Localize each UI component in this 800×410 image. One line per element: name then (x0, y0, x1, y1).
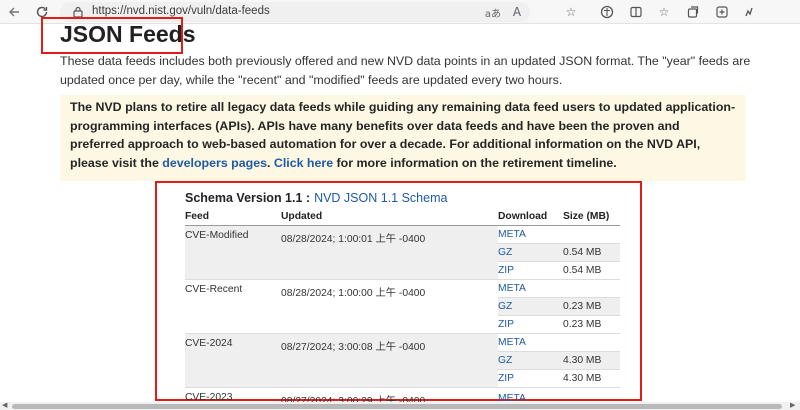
read-aloud-icon[interactable]: aあ (484, 3, 502, 21)
scroll-left-icon[interactable]: ◀ (2, 402, 7, 410)
feed-name: CVE-2024 (185, 333, 281, 388)
text-size-icon[interactable]: A (508, 3, 526, 21)
header-download: Download (498, 208, 563, 226)
table-header-row: Feed Updated Download Size (MB) (185, 208, 620, 226)
download-link[interactable]: ZIP (498, 319, 514, 330)
header-updated: Updated (281, 208, 498, 226)
file-size: 0.23 MB (563, 297, 620, 316)
file-size: 4.30 MB (563, 351, 620, 370)
download-link[interactable]: ZIP (498, 265, 514, 276)
file-size (563, 333, 620, 352)
split-screen-icon[interactable] (627, 3, 645, 21)
schema-link[interactable]: NVD JSON 1.1 Schema (314, 191, 447, 205)
download-link[interactable]: META (498, 283, 526, 294)
table-row: CVE-Modified 08/28/2024; 1:00:01 上午 -040… (185, 225, 620, 280)
file-size: 0.54 MB (563, 243, 620, 262)
file-size: 0.54 MB (563, 261, 620, 280)
scroll-right-icon[interactable]: ▶ (790, 402, 795, 410)
feed-name: CVE-Recent (185, 279, 281, 334)
file-size: 4.30 MB (563, 369, 620, 388)
title-highlight-box (41, 17, 183, 54)
alert-text-middle: . (266, 155, 274, 170)
header-feed: Feed (185, 208, 281, 226)
scrollbar-thumb[interactable] (12, 404, 782, 409)
favorites-icon[interactable]: ☆ (655, 3, 673, 21)
click-here-link[interactable]: Click here (274, 156, 333, 170)
more-icon[interactable] (740, 3, 758, 21)
extensions-icon[interactable] (598, 3, 616, 21)
feed-updated: 08/28/2024; 1:00:00 上午 -0400 (281, 279, 498, 334)
feed-name: CVE-Modified (185, 225, 281, 280)
download-link[interactable]: GZ (498, 247, 512, 258)
retirement-alert: The NVD plans to retire all legacy data … (60, 95, 746, 181)
intro-paragraph: These data feeds includes both previousl… (60, 54, 751, 87)
schema-version: Schema Version 1.1 : NVD JSON 1.1 Schema (185, 191, 447, 205)
download-link[interactable]: META (498, 229, 526, 240)
download-link[interactable]: GZ (498, 301, 512, 312)
download-link[interactable]: ZIP (498, 373, 514, 384)
url-text[interactable]: https://nvd.nist.gov/vuln/data-feeds (92, 5, 270, 17)
profile-icon[interactable] (713, 3, 731, 21)
download-link[interactable]: GZ (498, 355, 512, 366)
collections-icon[interactable] (684, 3, 702, 21)
table-row: CVE-2024 08/27/2024; 3:00:08 上午 -0400 ME… (185, 333, 620, 388)
feed-updated: 08/28/2024; 1:00:01 上午 -0400 (281, 225, 498, 280)
feed-updated: 08/27/2024; 3:00:08 上午 -0400 (281, 333, 498, 388)
file-size (563, 279, 620, 298)
back-icon[interactable] (4, 2, 24, 22)
file-size (563, 225, 620, 244)
alert-text-end: for more information on the retirement t… (333, 155, 617, 170)
feeds-table: Feed Updated Download Size (MB) CVE-Modi… (185, 208, 620, 409)
download-link[interactable]: META (498, 337, 526, 348)
schema-version-label: Schema Version 1.1 : (185, 191, 311, 205)
horizontal-scrollbar[interactable]: ◀ ▶ (0, 402, 800, 410)
file-size: 0.23 MB (563, 315, 620, 334)
developers-pages-link[interactable]: developers pages (162, 156, 267, 170)
header-size: Size (MB) (563, 208, 620, 226)
favorite-star-icon[interactable]: ☆ (562, 3, 580, 21)
table-row: CVE-Recent 08/28/2024; 1:00:00 上午 -0400 … (185, 279, 620, 334)
